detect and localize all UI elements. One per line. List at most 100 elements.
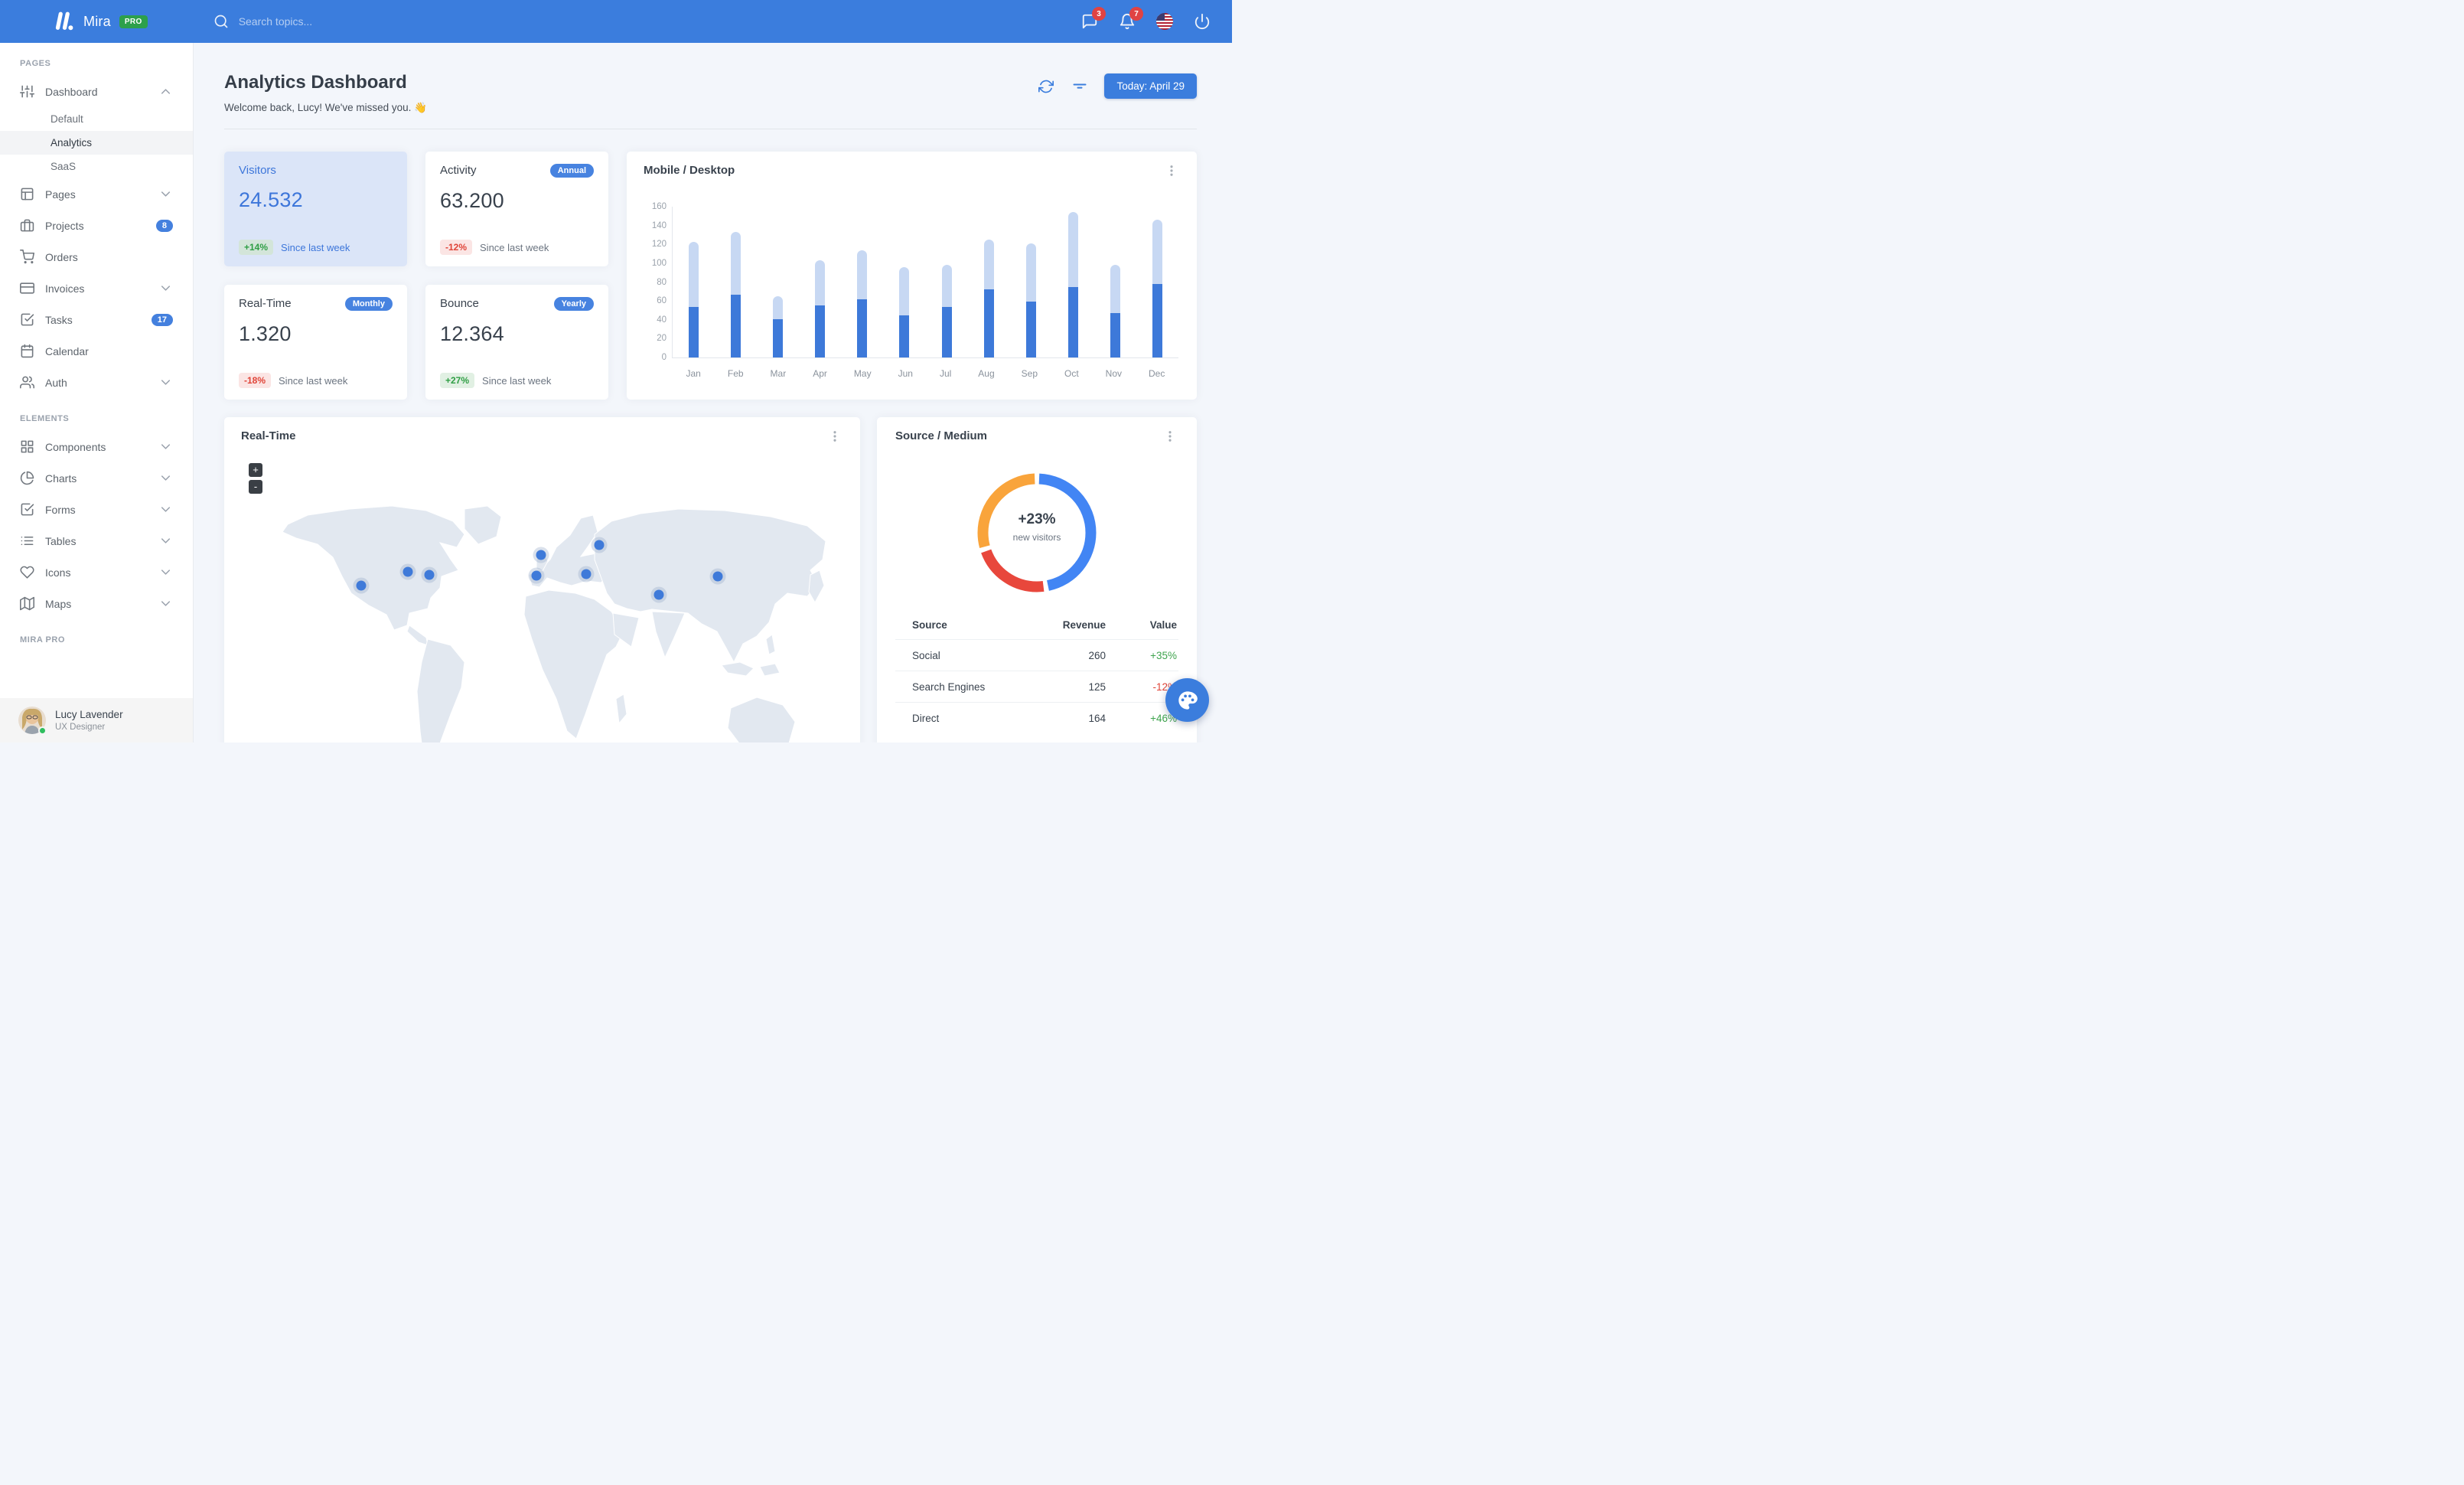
sidebar-subitem-default[interactable]: Default — [0, 107, 193, 131]
sidebar-item-icons[interactable]: Icons — [0, 556, 193, 588]
bar-sep[interactable] — [1025, 243, 1036, 357]
today-date-button[interactable]: Today: April 29 — [1104, 73, 1197, 99]
sidebar-item-label: Pages — [45, 188, 76, 201]
sidebar-item-label: Icons — [45, 566, 71, 579]
messages-button[interactable]: 3 — [1081, 7, 1106, 30]
map-marker[interactable] — [356, 580, 367, 591]
search-icon — [214, 15, 228, 28]
briefcase-icon — [20, 219, 34, 232]
sidebar-section-mira-pro: MIRA PRO — [20, 635, 65, 645]
sidebar-item-forms[interactable]: Forms — [0, 494, 193, 525]
stat-period-badge[interactable]: Monthly — [344, 297, 393, 311]
source-name: Search Engines — [912, 680, 986, 693]
bar-apr[interactable] — [815, 260, 826, 357]
map-marker[interactable] — [594, 540, 605, 550]
user-menu[interactable]: Lucy Lavender UX Designer — [0, 698, 193, 742]
brand-name: Mira — [83, 13, 111, 29]
sidebar-item-charts[interactable]: Charts — [0, 462, 193, 494]
stats-grid: Visitors 24.532 +14% Since last week Activit… — [224, 152, 608, 400]
bar-jan[interactable] — [689, 241, 699, 357]
online-status-dot — [38, 726, 47, 735]
bar-aug[interactable] — [983, 240, 994, 357]
map-marker[interactable] — [424, 570, 435, 580]
bar-dec[interactable] — [1152, 220, 1162, 357]
sidebar-subitem-saas[interactable]: SaaS — [0, 155, 193, 178]
x-axis-label: Sep — [1021, 368, 1038, 379]
page-title: Analytics Dashboard — [224, 72, 407, 93]
theme-settings-fab[interactable] — [1165, 678, 1209, 722]
source-table-row-social[interactable]: Social 260 +35% — [895, 639, 1178, 671]
stat-period-badge[interactable]: Yearly — [553, 297, 594, 311]
refresh-icon — [1038, 80, 1054, 93]
sidebar-item-calendar[interactable]: Calendar — [0, 335, 193, 367]
map-marker[interactable] — [403, 566, 413, 577]
logout-button[interactable] — [1194, 13, 1211, 30]
bar-jul[interactable] — [941, 265, 952, 357]
brand[interactable]: Mira PRO — [52, 10, 148, 33]
y-axis-tick: 120 — [651, 240, 667, 250]
map-marker[interactable] — [581, 569, 592, 579]
sidebar-item-tasks[interactable]: Tasks 17 — [0, 304, 193, 335]
bar-nov[interactable] — [1110, 265, 1120, 357]
realtime-map-card: Real-Time + - — [224, 417, 860, 742]
bar-oct[interactable] — [1067, 212, 1078, 357]
power-icon — [1195, 13, 1210, 30]
map-card-menu-button[interactable] — [826, 429, 843, 443]
notifications-button[interactable]: 7 — [1119, 7, 1143, 30]
sidebar-item-label: Auth — [45, 376, 67, 389]
credit-card-icon — [20, 282, 34, 294]
map-marker[interactable] — [536, 550, 546, 560]
sidebar-item-tables[interactable]: Tables — [0, 525, 193, 556]
bar-mar[interactable] — [773, 296, 784, 357]
stat-value: 24.532 — [239, 188, 303, 211]
sidebar-item-count-badge: 17 — [151, 313, 173, 326]
sidebar-subitem-analytics[interactable]: Analytics — [0, 131, 193, 155]
sidebar-item-components[interactable]: Components — [0, 431, 193, 462]
pro-badge: PRO — [119, 15, 148, 28]
source-table-row-search-engines[interactable]: Search Engines 125 -12% — [895, 671, 1178, 702]
source-card-menu-button[interactable] — [1162, 429, 1178, 443]
bar-feb[interactable] — [731, 232, 741, 357]
calendar-icon — [21, 344, 34, 358]
chart-card-title: Mobile / Desktop — [644, 164, 735, 177]
world-map[interactable] — [235, 462, 849, 742]
users-icon — [20, 376, 34, 389]
palette-icon — [1178, 690, 1198, 710]
map-marker[interactable] — [653, 589, 664, 600]
stat-card-real-time: Real-Time Monthly 1.320 -18% Since last week — [224, 285, 407, 400]
refresh-button[interactable] — [1037, 77, 1055, 96]
navbar-search — [213, 14, 376, 29]
source-revenue: 164 — [1088, 712, 1106, 724]
sidebar-item-pages[interactable]: Pages — [0, 178, 193, 210]
stat-title: Bounce — [440, 297, 479, 310]
language-flag-us-icon[interactable] — [1156, 13, 1173, 30]
sidebar-item-projects[interactable]: Projects 8 — [0, 210, 193, 241]
bar-jun[interactable] — [899, 266, 910, 357]
bar-may[interactable] — [857, 250, 868, 357]
donut-center-value: +23% — [1018, 511, 1056, 527]
sidebar-item-maps[interactable]: Maps — [0, 588, 193, 619]
chart-x-axis-labels: Jan Feb Mar Apr May Jun Jul Aug Sep Oct Nov Dec — [673, 368, 1178, 379]
map-marker[interactable] — [531, 570, 542, 581]
sidebar-item-auth[interactable]: Auth — [0, 367, 193, 398]
sidebar-item-label: Forms — [45, 503, 76, 516]
chart-card-menu-button[interactable] — [1163, 164, 1180, 178]
map-zoom-out-button[interactable]: - — [249, 480, 262, 494]
filter-button[interactable] — [1071, 77, 1089, 96]
x-axis-label: May — [853, 368, 872, 379]
stat-card-activity: Activity Annual 63.200 -12% Since last week — [425, 152, 608, 266]
grid-icon — [21, 440, 34, 453]
sidebar-item-invoices[interactable]: Invoices — [0, 273, 193, 304]
source-medium-card: Source / Medium +23% new visitors Source… — [877, 417, 1197, 742]
top-navbar: Mira PRO 3 7 — [0, 0, 1232, 43]
sidebar-item-dashboard[interactable]: Dashboard — [0, 76, 193, 107]
y-axis-tick: 60 — [657, 296, 667, 306]
source-table-row-direct[interactable]: Direct 164 +46% — [895, 702, 1178, 733]
map-zoom-in-button[interactable]: + — [249, 463, 262, 477]
map-marker[interactable] — [712, 571, 723, 582]
sidebar-item-orders[interactable]: Orders — [0, 241, 193, 273]
stat-period-badge[interactable]: Annual — [549, 164, 594, 178]
search-input[interactable] — [238, 15, 376, 28]
layout-icon — [21, 188, 34, 201]
stat-card-bounce: Bounce Yearly 12.364 +27% Since last week — [425, 285, 608, 400]
